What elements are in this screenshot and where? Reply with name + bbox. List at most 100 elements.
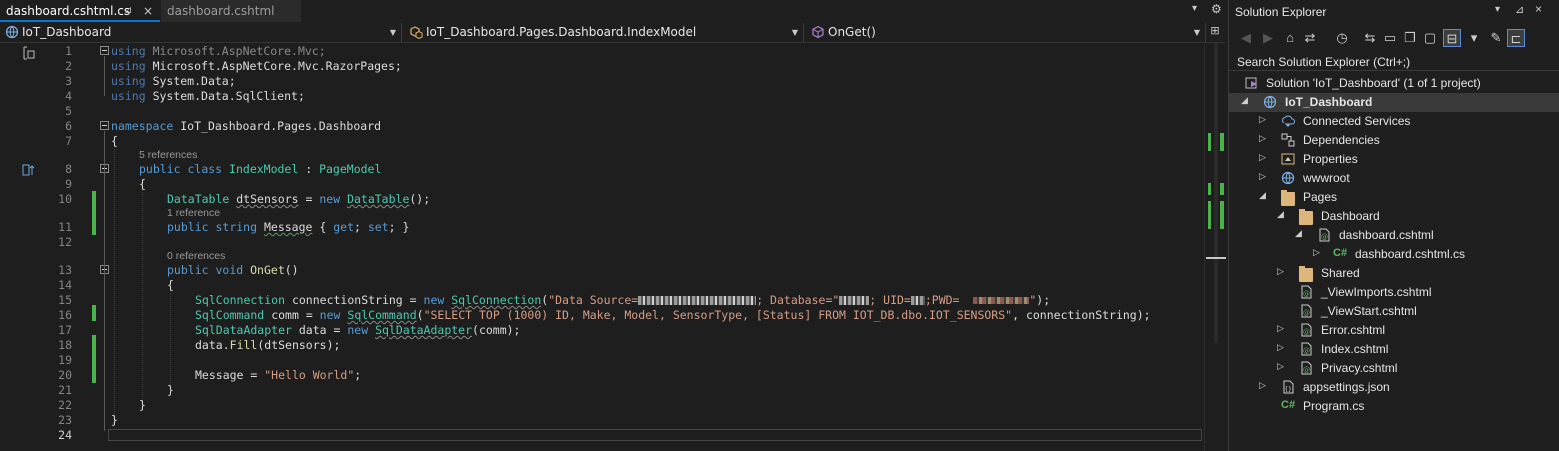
pending-changes-filter-icon[interactable]: ◷: [1333, 29, 1351, 47]
razor-file-icon: @: [1301, 361, 1312, 375]
collapsed-arrow-icon[interactable]: ▷: [1277, 266, 1284, 277]
forward-icon[interactable]: ▶: [1259, 29, 1277, 47]
tree-item-solution[interactable]: Solution 'IoT_Dashboard' (1 of 1 project…: [1229, 74, 1559, 93]
tab-dashboard-cshtml-cs[interactable]: dashboard.cshtml.cs ⊿ ×: [0, 0, 160, 22]
codelens-references[interactable]: 5 references: [139, 149, 197, 161]
globe-icon: [1281, 171, 1295, 185]
tree-item-dashboard-folder[interactable]: ◢ Dashboard: [1229, 207, 1559, 226]
code-text-area[interactable]: 1 2 3 4 5 6 7 8 9 10 11 12 13 14 15 16 17 18 19 20 21 22 23 24 …: [0, 43, 1204, 451]
close-icon[interactable]: ×: [1535, 2, 1542, 16]
show-all-files-icon[interactable]: ❐: [1401, 29, 1419, 47]
gear-icon[interactable]: ⚙: [1211, 2, 1222, 16]
code-line-22: }: [139, 398, 146, 412]
scrollbar-thumb[interactable]: [1214, 43, 1218, 343]
home-icon[interactable]: ⌂: [1281, 29, 1299, 47]
line-number: 14: [58, 278, 72, 292]
tree-item-viewimports[interactable]: @ _ViewImports.cshtml: [1229, 283, 1559, 302]
collapsed-arrow-icon[interactable]: ▷: [1277, 361, 1284, 372]
csharp-file-icon: C#: [1333, 247, 1348, 259]
line-number: 18: [58, 338, 72, 352]
pin-icon[interactable]: ⊿: [124, 0, 132, 22]
tree-item-appsettings[interactable]: ▷ {} appsettings.json: [1229, 378, 1559, 397]
tree-item-project[interactable]: ◢ IoT_Dashboard: [1229, 93, 1559, 112]
tab-dashboard-cshtml[interactable]: dashboard.cshtml: [161, 0, 301, 22]
folder-icon: [1299, 209, 1313, 225]
expanded-arrow-icon[interactable]: ◢: [1241, 95, 1248, 106]
tree-item-wwwroot[interactable]: ▷ wwwroot: [1229, 169, 1559, 188]
chevron-down-icon[interactable]: ▾: [1495, 4, 1500, 15]
code-editor: dashboard.cshtml.cs ⊿ × dashboard.cshtml…: [0, 0, 1226, 451]
tree-item-pages[interactable]: ◢ Pages: [1229, 188, 1559, 207]
expanded-arrow-icon[interactable]: ◢: [1277, 209, 1284, 220]
svg-text:@: @: [1303, 290, 1310, 298]
show-all-files-toggle-icon[interactable]: ⊟: [1443, 29, 1461, 47]
tab-overflow-icon[interactable]: ▾: [1192, 3, 1197, 14]
tree-item-dashboard-cshtml[interactable]: ◢ @ dashboard.cshtml: [1229, 226, 1559, 245]
project-dropdown[interactable]: IoT_Dashboard ▼: [0, 23, 402, 42]
line-number: 23: [58, 413, 72, 427]
code-line-15: SqlConnection connectionString = new Sql…: [195, 293, 1051, 307]
filter-dropdown-icon[interactable]: ▾: [1465, 29, 1483, 47]
svg-text:@: @: [1303, 328, 1310, 336]
pin-icon[interactable]: ⊿: [1515, 3, 1524, 16]
scroll-change-mark: [1220, 183, 1224, 195]
line-number: 10: [58, 192, 72, 206]
tree-item-viewstart[interactable]: @ _ViewStart.cshtml: [1229, 302, 1559, 321]
member-dropdown[interactable]: OnGet() ▼: [806, 23, 1206, 42]
tree-item-privacy[interactable]: ▷ @ Privacy.cshtml: [1229, 359, 1559, 378]
collapse-all-icon[interactable]: ▭: [1381, 29, 1399, 47]
sync-icon[interactable]: ⇆: [1361, 29, 1379, 47]
vertical-scrollbar[interactable]: [1204, 43, 1226, 451]
search-input[interactable]: Search Solution Explorer (Ctrl+;): [1229, 53, 1559, 71]
inherit-marker-icon[interactable]: [22, 163, 36, 177]
back-icon[interactable]: ◀: [1237, 29, 1255, 47]
tree-item-shared[interactable]: ▷ Shared: [1229, 264, 1559, 283]
tree-item-properties[interactable]: ▷ Properties: [1229, 150, 1559, 169]
class-dropdown[interactable]: IoT_Dashboard.Pages.Dashboard.IndexModel…: [404, 23, 804, 42]
codelens-references[interactable]: 0 references: [167, 250, 225, 262]
tab-label: dashboard.cshtml: [167, 4, 275, 18]
solution-explorer-toolbar: ◀ ▶ ⌂ ⇄ ◷ ⇆ ▭ ❐ ▢ ⊟ ▾ ✎ ⊏: [1229, 23, 1559, 53]
razor-file-icon: @: [1301, 323, 1312, 337]
tree-item-index[interactable]: ▷ @ Index.cshtml: [1229, 340, 1559, 359]
tree-item-dependencies[interactable]: ▷ Dependencies: [1229, 131, 1559, 150]
document-tab-bar: dashboard.cshtml.cs ⊿ × dashboard.cshtml…: [0, 0, 1226, 22]
dependencies-icon: [1281, 133, 1295, 147]
navigation-bar: IoT_Dashboard ▼ IoT_Dashboard.Pages.Dash…: [0, 22, 1226, 43]
change-marker: [92, 191, 96, 235]
collapsed-arrow-icon[interactable]: ▷: [1277, 342, 1284, 353]
indent-guide: [114, 145, 115, 420]
solution-tree: Solution 'IoT_Dashboard' (1 of 1 project…: [1229, 74, 1559, 451]
code-line-23: }: [111, 413, 118, 427]
bookmark-icon: [23, 46, 35, 60]
split-view-icon[interactable]: ⊞: [1207, 24, 1223, 41]
code-line-13: public void OnGet(): [167, 263, 299, 277]
tree-item-connected-services[interactable]: ▷ Connected Services: [1229, 112, 1559, 131]
collapsed-arrow-icon[interactable]: ▷: [1277, 323, 1284, 334]
line-number: 22: [58, 398, 72, 412]
collapse-toggle[interactable]: [100, 46, 109, 55]
collapsed-arrow-icon[interactable]: ▷: [1313, 247, 1320, 258]
collapsed-arrow-icon[interactable]: ▷: [1259, 380, 1266, 391]
expanded-arrow-icon[interactable]: ◢: [1259, 190, 1266, 201]
collapse-toggle[interactable]: [100, 121, 109, 130]
refresh-icon[interactable]: ▢: [1421, 29, 1439, 47]
expanded-arrow-icon[interactable]: ◢: [1295, 228, 1302, 239]
tree-item-program-cs[interactable]: C# Program.cs: [1229, 397, 1559, 416]
line-number: 4: [65, 89, 72, 103]
razor-file-icon: @: [1301, 342, 1312, 356]
close-icon[interactable]: ×: [143, 0, 153, 22]
collapsed-arrow-icon[interactable]: ▷: [1259, 114, 1266, 125]
change-marker: [92, 335, 96, 383]
switch-views-icon[interactable]: ⇄: [1301, 29, 1319, 47]
collapsed-arrow-icon[interactable]: ▷: [1259, 171, 1266, 182]
scroll-change-mark: [1208, 201, 1211, 229]
collapsed-arrow-icon[interactable]: ▷: [1259, 133, 1266, 144]
preview-selected-items-icon[interactable]: ⊏: [1507, 29, 1525, 47]
codelens-references[interactable]: 1 reference: [167, 207, 220, 219]
tree-item-error[interactable]: ▷ @ Error.cshtml: [1229, 321, 1559, 340]
collapsed-arrow-icon[interactable]: ▷: [1259, 152, 1266, 163]
properties-wrench-icon[interactable]: ✎: [1487, 29, 1505, 47]
tree-item-dashboard-cshtml-cs[interactable]: ▷ C# dashboard.cshtml.cs: [1229, 245, 1559, 264]
razor-file-icon: @: [1301, 285, 1312, 299]
